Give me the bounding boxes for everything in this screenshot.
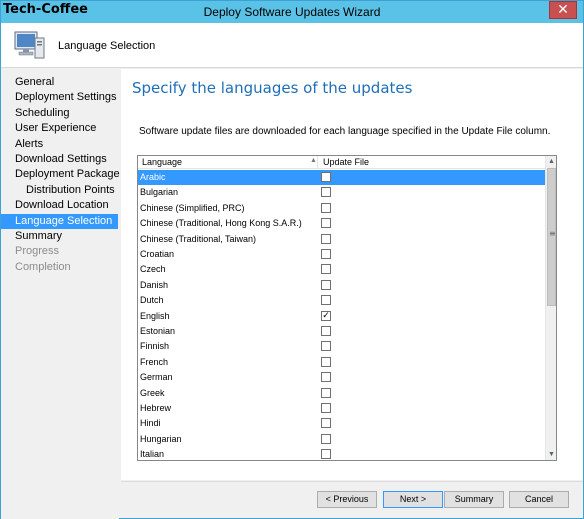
language-cell: Hindi (140, 418, 161, 429)
update-file-checkbox[interactable] (321, 433, 331, 444)
update-file-checkbox[interactable] (321, 356, 331, 367)
update-file-checkbox[interactable] (321, 187, 331, 198)
nav-item-summary[interactable]: Summary (1, 229, 118, 244)
grip-icon: ≡ (549, 229, 556, 238)
update-file-checkbox[interactable] (321, 387, 331, 398)
table-row[interactable]: Estonian (138, 324, 545, 339)
table-row[interactable]: Chinese (Traditional, Hong Kong S.A.R.) (138, 216, 545, 231)
language-cell: German (140, 372, 173, 383)
language-cell: Chinese (Traditional, Taiwan) (140, 233, 257, 244)
page-description: Software update files are downloaded for… (139, 126, 551, 137)
language-cell: Bulgarian (140, 187, 179, 198)
column-header-update-file[interactable]: Update File (323, 157, 369, 167)
update-file-checkbox[interactable] (321, 372, 331, 383)
column-header-language[interactable]: Language (142, 157, 182, 167)
table-row[interactable]: Czech (138, 262, 545, 277)
table-row[interactable]: German (138, 370, 545, 385)
table-row[interactable]: Dutch (138, 293, 545, 308)
update-file-checkbox[interactable] (321, 172, 331, 182)
table-row[interactable]: Chinese (Traditional, Taiwan) (138, 232, 545, 247)
update-file-checkbox[interactable] (321, 233, 331, 244)
nav-item-general[interactable]: General (1, 75, 118, 90)
language-cell: English (140, 310, 170, 321)
language-cell: Hebrew (140, 403, 172, 413)
language-cell: Greek (140, 387, 165, 398)
sort-arrow-icon: ▲ (310, 157, 317, 164)
language-cell: Hungarian (140, 433, 182, 444)
grid-header: Language ▲ Update File (138, 156, 545, 169)
table-row[interactable]: Croatian (138, 247, 545, 262)
table-row[interactable]: Finnish (138, 339, 545, 354)
nav-item-deployment-package[interactable]: Deployment Package (1, 167, 120, 182)
language-cell: Dutch (140, 295, 164, 306)
language-cell: Chinese (Simplified, PRC) (140, 202, 245, 213)
window-title: Deploy Software Updates Wizard (203, 5, 381, 19)
computer-icon (14, 31, 45, 59)
nav-item-download-settings[interactable]: Download Settings (1, 152, 118, 167)
update-file-checkbox[interactable] (321, 403, 331, 413)
nav-item-download-location[interactable]: Download Location (1, 198, 118, 213)
update-file-checkbox[interactable] (321, 449, 331, 460)
table-row[interactable]: Chinese (Simplified, PRC) (138, 201, 545, 216)
page-title: Specify the languages of the updates (132, 79, 413, 97)
table-row[interactable]: English ✓ (138, 309, 545, 324)
update-file-checkbox[interactable] (321, 295, 331, 306)
vertical-scrollbar[interactable]: ▲ ≡ ▼ (545, 156, 556, 460)
language-cell: Czech (140, 264, 166, 275)
update-file-checkbox[interactable] (321, 279, 331, 290)
language-cell: Arabic (140, 172, 166, 182)
language-grid[interactable]: Language ▲ Update File Arabic Bulgarian Ch… (137, 155, 557, 461)
wizard-nav: General Deployment Settings Scheduling User… (1, 69, 120, 519)
update-file-checkbox[interactable] (321, 218, 331, 229)
nav-item-alerts[interactable]: Alerts (1, 137, 118, 152)
nav-item-distribution-points[interactable]: Distribution Points (1, 183, 118, 198)
footer-divider (121, 481, 583, 482)
table-row[interactable]: Italian (138, 447, 545, 460)
close-icon: ✕ (557, 2, 569, 18)
title-bar[interactable]: Tech-Coffee Deploy Software Updates Wiza… (1, 1, 583, 23)
header-title: Language Selection (58, 40, 156, 52)
update-file-checkbox[interactable] (321, 249, 331, 259)
table-row[interactable]: Danish (138, 278, 545, 293)
next-button[interactable]: Next > (383, 491, 443, 508)
language-cell: Estonian (140, 326, 176, 336)
table-row[interactable]: Hebrew (138, 401, 545, 416)
table-row[interactable]: Greek (138, 386, 545, 401)
table-row[interactable]: Hindi (138, 416, 545, 431)
nav-item-deployment-settings[interactable]: Deployment Settings (1, 90, 118, 105)
language-cell: Danish (140, 279, 169, 290)
scroll-up-icon[interactable]: ▲ (546, 156, 556, 167)
language-cell: French (140, 356, 169, 367)
scroll-down-icon[interactable]: ▼ (546, 449, 556, 460)
nav-item-completion: Completion (15, 260, 71, 273)
update-file-checkbox[interactable]: ✓ (321, 310, 331, 321)
update-file-checkbox[interactable] (321, 202, 331, 213)
nav-item-progress: Progress (15, 245, 60, 258)
update-file-checkbox[interactable] (321, 264, 331, 275)
table-row[interactable]: Hungarian (138, 432, 545, 447)
scroll-thumb[interactable]: ≡ (547, 168, 556, 306)
nav-item-language-selection[interactable]: Language Selection (1, 213, 118, 229)
language-cell: Croatian (140, 249, 175, 259)
table-row[interactable]: Arabic (138, 170, 545, 185)
nav-item-scheduling[interactable]: Scheduling (1, 106, 118, 121)
language-cell: Italian (140, 449, 165, 460)
update-file-checkbox[interactable] (321, 418, 331, 429)
close-button[interactable]: ✕ (549, 1, 577, 19)
wizard-window: Tech-Coffee Deploy Software Updates Wiza… (0, 0, 584, 519)
update-file-checkbox[interactable] (321, 326, 331, 336)
wizard-header: Language Selection (1, 23, 583, 68)
previous-button[interactable]: < Previous (317, 491, 377, 508)
table-row[interactable]: Bulgarian (138, 185, 545, 200)
summary-button[interactable]: Summary (444, 491, 504, 508)
nav-item-user-experience[interactable]: User Experience (1, 121, 118, 136)
content-panel: Specify the languages of the updates Sof… (121, 69, 583, 480)
table-row[interactable]: French (138, 355, 545, 370)
cancel-button[interactable]: Cancel (509, 491, 569, 508)
language-cell: Chinese (Traditional, Hong Kong S.A.R.) (140, 218, 302, 229)
update-file-checkbox[interactable] (321, 341, 331, 352)
column-divider[interactable] (317, 156, 318, 168)
language-cell: Finnish (140, 341, 170, 352)
